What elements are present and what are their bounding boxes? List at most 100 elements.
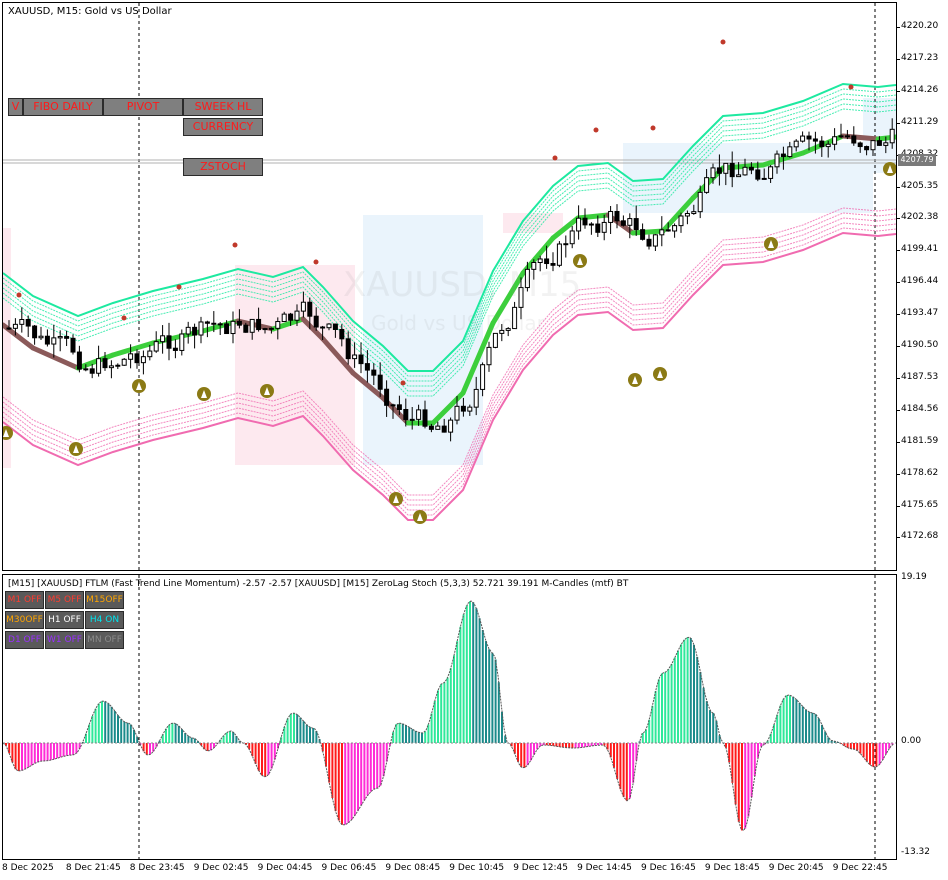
candle-body: [12, 323, 18, 329]
session-zone: [623, 143, 873, 213]
candle-body: [300, 301, 306, 312]
indicator-axis-label: -13.32: [901, 847, 931, 857]
candle-body: [582, 217, 588, 226]
main-chart-pane[interactable]: XAUUSD, M15 Gold vs US Dollar XAUUSD, M1…: [2, 2, 897, 571]
candle-body: [825, 143, 831, 148]
candle-body: [89, 368, 95, 374]
price-label: 4202.38: [901, 212, 939, 223]
candle-body: [761, 177, 767, 180]
timeframe-toggle-button[interactable]: M1 OFF: [5, 591, 44, 609]
price-label: 4199.41: [901, 244, 939, 255]
candle-body: [262, 328, 268, 331]
candle-body: [812, 138, 818, 142]
timeframe-toggle-button[interactable]: W1 OFF: [45, 631, 84, 649]
time-label: 9 Dec 04:45: [257, 863, 313, 873]
candle-body: [665, 229, 671, 232]
timeframe-toggle-button[interactable]: M15OFF: [85, 591, 124, 609]
price-tick: [897, 218, 900, 220]
candle-body: [640, 229, 646, 240]
watermark-description: Gold vs US Dollar: [371, 311, 545, 335]
indicator-pane[interactable]: [M15] [XAUUSD] FTLM (Fast Trend Line Mom…: [2, 574, 897, 860]
indicator-axis: 19.19 0.00 -13.32: [897, 572, 948, 860]
candle-body: [889, 128, 895, 144]
candle-body: [396, 404, 402, 410]
candle-body: [44, 335, 50, 345]
candle-body: [652, 234, 658, 247]
candle-body: [755, 169, 761, 180]
pivot-button[interactable]: PIVOT: [103, 98, 183, 116]
candle-body: [6, 327, 12, 330]
time-label: 9 Dec 18:45: [704, 863, 760, 873]
candle-body: [838, 135, 844, 138]
candle-body: [390, 404, 396, 407]
sweek-hl-button[interactable]: SWEEK HL: [183, 98, 263, 116]
candle-body: [185, 326, 191, 335]
candle-body: [569, 230, 575, 245]
candle-body: [371, 369, 377, 376]
price-label: 4181.59: [901, 435, 939, 446]
timeframe-toggle-button[interactable]: MN OFF: [85, 631, 124, 649]
candle-body: [620, 220, 626, 226]
zstoch-button[interactable]: ZSTOCH: [183, 158, 263, 176]
candle-body: [121, 358, 127, 366]
candle-body: [876, 140, 882, 146]
candle-body: [313, 315, 319, 328]
candle-body: [108, 365, 114, 369]
candle-body: [243, 324, 249, 333]
timeframe-toggle-button[interactable]: D1 OFF: [5, 631, 44, 649]
fibo-daily-button[interactable]: FIBO DAILY: [23, 98, 103, 116]
candle-body: [172, 347, 178, 351]
trend-line-segment: [575, 212, 611, 221]
candle-body: [492, 332, 498, 348]
timeframe-toggle-button[interactable]: H1 OFF: [45, 611, 84, 629]
current-price-tag: 4207.79: [898, 154, 936, 166]
candle-body: [787, 146, 793, 158]
candle-body: [806, 135, 812, 140]
candle-body: [678, 215, 684, 227]
trend-line-segment: [630, 228, 666, 236]
price-label: 4190.50: [901, 340, 939, 350]
time-label: 9 Dec 10:45: [449, 863, 505, 873]
price-axis: 4220.204217.234214.264211.294208.324205.…: [897, 0, 948, 572]
time-label: 9 Dec 12:45: [513, 863, 568, 873]
candle-body: [601, 221, 607, 233]
candle-body: [275, 321, 281, 329]
price-tick: [897, 122, 900, 124]
candle-body: [723, 162, 729, 174]
candle-body: [672, 225, 678, 232]
signal-dot: [593, 127, 599, 133]
candle-body: [364, 363, 370, 371]
candle-body: [236, 320, 242, 326]
timeframe-toggle-button[interactable]: M5 OFF: [45, 591, 84, 609]
candle-body: [780, 153, 786, 158]
candle-body: [140, 356, 146, 364]
candle-body: [684, 213, 690, 217]
v-button[interactable]: V: [8, 98, 23, 116]
session-zone: [363, 215, 483, 465]
price-label: 4172.68: [901, 531, 939, 542]
price-label: 4184.56: [901, 403, 939, 414]
candle-body: [96, 358, 102, 374]
candle-body: [345, 338, 351, 360]
price-tick: [897, 505, 900, 507]
candle-body: [748, 166, 754, 171]
price-label: 4175.65: [901, 499, 939, 510]
indicator-axis-label: 0.00: [901, 736, 922, 746]
candle-body: [659, 229, 665, 236]
timeframe-toggle-button[interactable]: H4 ON: [85, 611, 124, 629]
candle-body: [870, 140, 876, 151]
candle-body: [76, 351, 82, 370]
trend-line-segment: [75, 352, 116, 371]
signal-dot: [400, 380, 406, 386]
timeframe-toggle-button[interactable]: M30OFF: [5, 611, 44, 629]
candle-body: [134, 353, 140, 364]
candle-body: [563, 243, 569, 246]
indicator-title: [M15] [XAUUSD] FTLM (Fast Trend Line Mom…: [8, 579, 629, 589]
currency-button[interactable]: CURRENCY: [183, 118, 263, 136]
candle-body: [25, 319, 31, 327]
candle-body: [409, 418, 415, 421]
time-label: 9 Dec 14:45: [577, 863, 632, 873]
candle-body: [800, 135, 806, 142]
indicator-canvas[interactable]: [3, 575, 897, 860]
price-tick: [897, 27, 900, 28]
